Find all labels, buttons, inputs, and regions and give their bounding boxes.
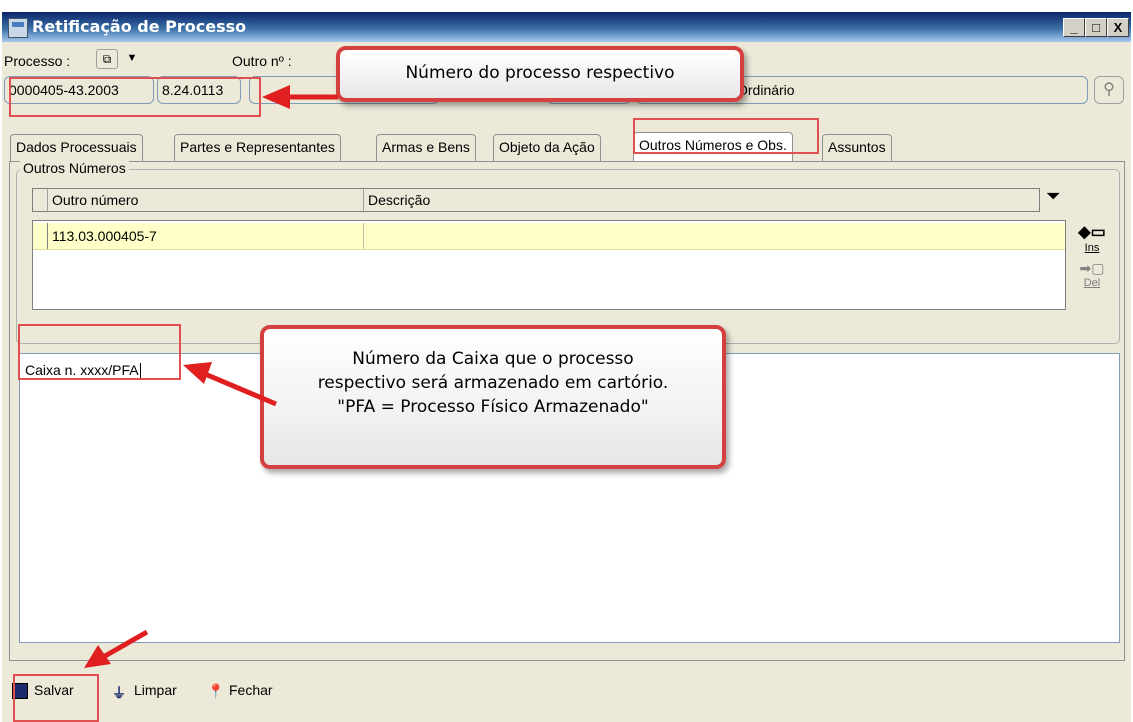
arrow-to-save-button [103, 629, 149, 659]
arrow-head-memo-text [183, 362, 212, 384]
arrow-head-processo-number [262, 85, 290, 109]
annotation-arrows [84, 85, 338, 668]
arrow-to-memo-text [204, 371, 277, 407]
